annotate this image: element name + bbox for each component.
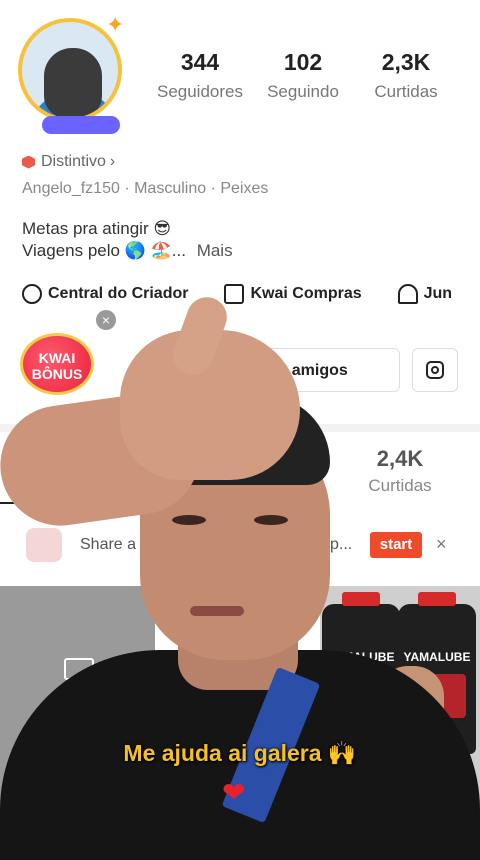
followers-count: 344 bbox=[180, 49, 220, 75]
person-arm bbox=[0, 386, 208, 534]
tab-likes-label: Curtidas bbox=[368, 476, 432, 495]
shortcut-label: Jun bbox=[423, 285, 453, 302]
house-icon bbox=[397, 284, 418, 304]
shortcuts-row: Central do Criador Kwai Compras Jun bbox=[22, 284, 480, 304]
clapperboard-icon bbox=[64, 658, 94, 680]
instagram-button[interactable] bbox=[412, 348, 458, 392]
tab-likes-count: 2,4K bbox=[376, 446, 424, 471]
shortcut-join[interactable]: Jun bbox=[397, 284, 453, 304]
likes-count: 2,3K bbox=[381, 49, 431, 75]
badge-hex-icon bbox=[22, 155, 35, 169]
person-mouth bbox=[190, 606, 244, 616]
shortcut-label: Kwai Compras bbox=[250, 285, 362, 302]
avatar[interactable]: ✦ bbox=[18, 12, 128, 134]
section-divider bbox=[0, 424, 480, 432]
zodiac-sign: Peixes bbox=[220, 180, 269, 197]
bottle-cap bbox=[342, 592, 380, 606]
following-label: Seguindo bbox=[267, 82, 339, 101]
bonus-line-1: KWAI bbox=[38, 350, 76, 366]
person-hair bbox=[150, 395, 330, 485]
bio: Metas pra atingir 😎 Viagens pelo 🌎 🏖️...… bbox=[22, 218, 233, 262]
bio-line-1: Metas pra atingir 😎 bbox=[22, 219, 172, 238]
heart-icon: ❤ bbox=[222, 777, 246, 808]
separator: · bbox=[210, 180, 216, 197]
kwai-bonus-badge[interactable]: KWAI BÔNUS bbox=[20, 333, 94, 395]
bag-icon bbox=[224, 284, 245, 304]
shortcut-creator-center[interactable]: Central do Criador bbox=[22, 284, 188, 304]
avatar-badge-ribbon bbox=[42, 116, 120, 134]
person-eye bbox=[254, 515, 288, 525]
add-friends-button[interactable]: ionar amigos bbox=[196, 348, 400, 392]
following-count: 102 bbox=[283, 49, 323, 75]
separator: · bbox=[124, 180, 130, 197]
bottle-brand: YAMALUBE bbox=[327, 650, 395, 664]
stat-following[interactable]: 102 Seguindo bbox=[253, 48, 353, 102]
share-gift-icon bbox=[26, 528, 62, 562]
share-text: Share a bbox=[80, 536, 137, 553]
tab-likes[interactable]: 2,4K Curtidas bbox=[330, 446, 470, 496]
share-text-tail: p... bbox=[330, 536, 353, 553]
avatar-helmet bbox=[44, 48, 102, 118]
tab-publications[interactable]: blicações bbox=[30, 476, 101, 496]
chevron-right-icon: › bbox=[109, 153, 116, 170]
bottle-cap bbox=[418, 592, 456, 606]
tab-active-indicator bbox=[0, 502, 160, 504]
promo-close-button[interactable]: × bbox=[96, 310, 116, 330]
video-thumbnail-2[interactable]: YAMALUBE YAMALUBE bbox=[320, 586, 480, 854]
bonus-line-2: BÔNUS bbox=[31, 366, 83, 382]
badge-label: Distintivo bbox=[41, 153, 106, 170]
crown-icon: ✦ bbox=[106, 12, 125, 37]
username: Angelo_fz150 bbox=[22, 180, 120, 197]
followers-label: Seguidores bbox=[156, 82, 243, 101]
video-caption: Me ajuda ai galera 🙌 bbox=[123, 740, 357, 766]
instagram-icon bbox=[426, 361, 444, 379]
profile-meta: Angelo_fz150 · Masculino · Peixes bbox=[22, 180, 268, 198]
badge-link[interactable]: Distintivo › bbox=[22, 153, 115, 171]
bio-line-2: Viagens pelo 🌎 🏖️... bbox=[22, 241, 186, 260]
person-eye bbox=[172, 515, 206, 525]
gender: Masculino bbox=[134, 180, 207, 197]
person-head bbox=[140, 420, 330, 660]
shortcut-label: Central do Criador bbox=[48, 285, 189, 302]
bio-more-link[interactable]: Mais bbox=[197, 241, 233, 260]
share-close-icon[interactable]: × bbox=[436, 534, 447, 555]
stat-likes[interactable]: 2,3K Curtidas bbox=[356, 48, 456, 102]
start-button[interactable]: start bbox=[370, 532, 422, 558]
shortcut-kwai-shop[interactable]: Kwai Compras bbox=[224, 284, 362, 304]
lightning-icon bbox=[22, 284, 42, 304]
person-neck bbox=[178, 600, 298, 690]
likes-label: Curtidas bbox=[374, 82, 438, 101]
video-thumbnail-1[interactable] bbox=[0, 586, 155, 854]
stat-followers[interactable]: 344 Seguidores bbox=[150, 48, 250, 102]
bottle-brand: YAMALUBE bbox=[403, 650, 471, 664]
